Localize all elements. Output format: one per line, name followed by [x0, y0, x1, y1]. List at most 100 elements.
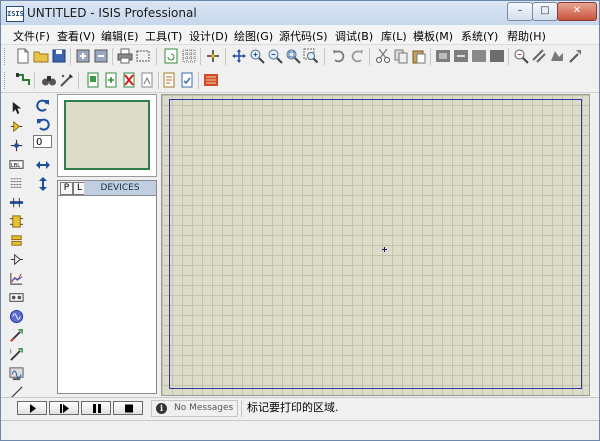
redo-icon[interactable]	[349, 48, 365, 64]
mirror-vertical-icon[interactable]	[35, 176, 51, 192]
origin-marker	[382, 247, 387, 252]
zoom-area-icon[interactable]	[303, 48, 319, 64]
packaging-tool-icon[interactable]	[549, 48, 565, 64]
pause-icon	[93, 404, 101, 413]
toolbar-separator	[158, 72, 159, 89]
toolbar-grip[interactable]	[4, 72, 8, 89]
pause-button[interactable]	[81, 401, 111, 415]
component-mode-icon[interactable]	[9, 119, 24, 134]
toolbar-separator	[369, 48, 370, 65]
main-toolbar	[1, 45, 599, 68]
subcircuit-icon[interactable]	[9, 214, 24, 229]
junction-dot-icon[interactable]	[9, 138, 24, 153]
device-list[interactable]	[58, 196, 156, 393]
step-button[interactable]	[49, 401, 79, 415]
print-area-icon[interactable]	[135, 48, 151, 64]
simulation-controls	[15, 401, 147, 416]
block-rotate-icon[interactable]	[471, 48, 487, 64]
pick-device-icon[interactable]	[513, 48, 529, 64]
search-tag-icon[interactable]	[41, 72, 57, 88]
current-probe-icon[interactable]: I	[9, 347, 24, 362]
tape-recorder-icon[interactable]	[9, 290, 24, 305]
text-script-icon[interactable]	[9, 176, 24, 191]
pick-devices-button[interactable]: P	[60, 182, 73, 195]
virtual-instrument-icon[interactable]	[9, 366, 24, 381]
zoom-out-icon[interactable]	[267, 48, 283, 64]
menu-debug[interactable]: 调试(B)	[335, 28, 373, 44]
menu-file[interactable]: 文件(F)	[13, 28, 50, 44]
messages-indicator[interactable]: i No Messages	[151, 400, 238, 417]
refresh-icon[interactable]	[163, 48, 179, 64]
goto-sheet-icon[interactable]	[139, 72, 155, 88]
rotation-angle-field[interactable]: 0	[33, 135, 52, 148]
menu-tools[interactable]: 工具(T)	[145, 28, 182, 44]
device-selector-header: P L DEVICES	[58, 181, 156, 196]
import-icon[interactable]	[75, 48, 91, 64]
origin-icon[interactable]	[205, 48, 221, 64]
wire-label-icon[interactable]: LBL	[9, 157, 24, 172]
play-button[interactable]	[17, 401, 47, 415]
save-icon[interactable]	[51, 48, 67, 64]
menu-system[interactable]: 系统(Y)	[461, 28, 498, 44]
make-device-icon[interactable]	[531, 48, 547, 64]
grid-icon[interactable]	[181, 48, 197, 64]
voltage-probe-icon[interactable]	[9, 328, 24, 343]
editing-canvas[interactable]	[161, 94, 590, 396]
stop-button[interactable]	[113, 401, 143, 415]
generator-mode-icon[interactable]	[9, 309, 24, 324]
step-icon	[60, 404, 69, 413]
menu-design[interactable]: 设计(D)	[189, 28, 228, 44]
copy-icon[interactable]	[393, 48, 409, 64]
print-icon[interactable]	[117, 48, 133, 64]
block-copy-icon[interactable]	[435, 48, 451, 64]
overview-window[interactable]	[57, 94, 157, 177]
rotate-anticlockwise-icon[interactable]	[35, 116, 51, 132]
zoom-in-icon[interactable]	[249, 48, 265, 64]
add-sheet-icon[interactable]	[103, 72, 119, 88]
mirror-horizontal-icon[interactable]	[35, 157, 51, 173]
property-assign-icon[interactable]	[59, 72, 75, 88]
toolbar-separator	[508, 48, 509, 65]
netlist-to-ares-icon[interactable]	[203, 72, 219, 88]
bill-of-materials-icon[interactable]	[161, 72, 177, 88]
maximize-button[interactable]: □	[532, 2, 558, 21]
zoom-all-icon[interactable]	[285, 48, 301, 64]
bus-icon[interactable]	[9, 195, 24, 210]
pan-icon[interactable]	[231, 48, 247, 64]
terminals-mode-icon[interactable]	[9, 233, 24, 248]
svg-text:LBL: LBL	[11, 163, 20, 169]
toolbar-grip[interactable]	[4, 48, 8, 65]
block-move-icon[interactable]	[453, 48, 469, 64]
block-delete-icon[interactable]	[489, 48, 505, 64]
menu-library[interactable]: 库(L)	[381, 28, 407, 44]
menu-edit[interactable]: 编辑(E)	[101, 28, 139, 44]
close-button[interactable]: ✕	[557, 2, 597, 21]
wire-autorouter-icon[interactable]	[15, 72, 31, 88]
selection-mode-icon[interactable]	[9, 100, 24, 115]
rotate-clockwise-icon[interactable]	[35, 97, 51, 113]
menu-source[interactable]: 源代码(S)	[279, 28, 328, 44]
cut-icon[interactable]	[375, 48, 391, 64]
menu-view[interactable]: 查看(V)	[57, 28, 95, 44]
menu-graph[interactable]: 绘图(G)	[234, 28, 273, 44]
minimize-button[interactable]: –	[507, 2, 533, 21]
undo-icon[interactable]	[331, 48, 347, 64]
toolbar-separator	[225, 48, 226, 65]
new-file-icon[interactable]	[15, 48, 31, 64]
electrical-check-icon[interactable]	[179, 72, 195, 88]
graph-mode-icon[interactable]	[9, 271, 24, 286]
toolbar-separator	[324, 48, 325, 65]
remove-sheet-icon[interactable]	[121, 72, 137, 88]
menu-template[interactable]: 模板(M)	[413, 28, 453, 44]
status-message: 标记要打印的区域.	[241, 400, 591, 417]
menu-help[interactable]: 帮助(H)	[507, 28, 546, 44]
toolbar-separator	[78, 72, 79, 89]
title-bar: ISIS UNTITLED - ISIS Professional – □ ✕	[1, 1, 599, 25]
device-pins-icon[interactable]	[9, 252, 24, 267]
decompose-icon[interactable]	[567, 48, 583, 64]
paste-icon[interactable]	[411, 48, 427, 64]
open-folder-icon[interactable]	[33, 48, 49, 64]
messages-label: No Messages	[174, 403, 234, 413]
export-icon[interactable]	[93, 48, 109, 64]
new-sheet-icon[interactable]	[85, 72, 101, 88]
